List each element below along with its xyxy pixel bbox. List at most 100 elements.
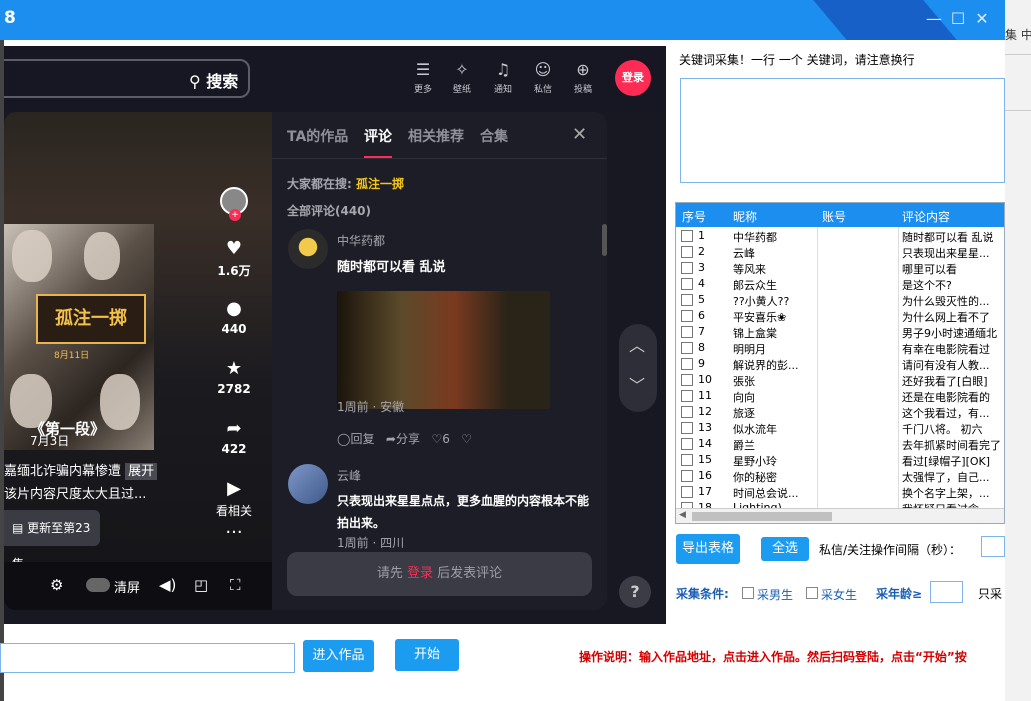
scrollbar-thumb[interactable]	[692, 512, 832, 521]
comment-like-button[interactable]: ♡6	[431, 432, 449, 446]
row-checkbox[interactable]	[681, 454, 693, 466]
table-row[interactable]: 14 爵兰 去年抓紧时间看完了	[676, 436, 1004, 452]
table-row[interactable]: 16 你的秘密 太强悍了，自己...	[676, 468, 1004, 484]
keyword-textarea[interactable]	[680, 78, 1005, 183]
messages-button[interactable]: ☺ 私信	[528, 60, 558, 95]
table-row[interactable]: 11 向向 还是在电影院看的	[676, 388, 1004, 404]
row-checkbox[interactable]	[681, 294, 693, 306]
row-checkbox[interactable]	[681, 406, 693, 418]
table-row[interactable]: 15 星野小玲 看过[绿帽子][OK]	[676, 452, 1004, 468]
like-button[interactable]: ♥ 1.6万	[214, 238, 254, 279]
video-url-input[interactable]	[0, 643, 295, 673]
male-checkbox[interactable]	[742, 587, 754, 599]
column-header-comment[interactable]: 评论内容	[902, 208, 950, 225]
expand-button[interactable]: 展开	[125, 463, 158, 480]
chevron-down-icon[interactable]: ﹀	[629, 372, 645, 396]
favorite-button[interactable]: ★ 2782	[214, 358, 254, 396]
table-row[interactable]: 5 ??小黄人?? 为什么毁灭性的...	[676, 292, 1004, 308]
commenter-avatar[interactable]	[288, 464, 328, 504]
input-login-link[interactable]: 登录	[407, 566, 433, 581]
reply-button[interactable]: ◯回复	[337, 432, 374, 446]
row-checkbox[interactable]	[681, 486, 693, 498]
table-row[interactable]: 17 时间总会说... 换个名字上架，...	[676, 484, 1004, 500]
row-checkbox[interactable]	[681, 438, 693, 450]
horizontal-scrollbar[interactable]: ◀	[676, 508, 1004, 523]
interval-input[interactable]	[981, 536, 1005, 557]
commenter-name[interactable]: 中华药都	[337, 232, 385, 249]
scroll-left-icon[interactable]: ◀	[679, 510, 686, 520]
table-row[interactable]: 8 明明月 有幸在电影院看过	[676, 340, 1004, 356]
table-row[interactable]: 7 锦上盒棠 男子9小时速通缅北	[676, 324, 1004, 340]
table-row[interactable]: 6 平安喜乐❀ 为什么网上看不了	[676, 308, 1004, 324]
upload-button[interactable]: ⊕ 投稿	[568, 60, 598, 95]
comment-input[interactable]: 请先 登录 后发表评论	[287, 552, 592, 596]
row-checkbox[interactable]	[681, 358, 693, 370]
comment-image[interactable]	[337, 291, 550, 409]
more-options-button[interactable]: ···	[214, 522, 254, 546]
share-button[interactable]: ➦ 422	[214, 418, 254, 456]
pip-icon[interactable]: ◰	[194, 576, 208, 594]
follow-plus-icon[interactable]: +	[229, 209, 241, 221]
table-row[interactable]: 12 旅逐 这个我看过，有...	[676, 404, 1004, 420]
maximize-button[interactable]: ☐	[948, 9, 968, 28]
tab-comments[interactable]: 评论	[364, 126, 392, 146]
table-row[interactable]: 1 中华药都 随时都可以看 乱说	[676, 228, 1004, 244]
row-checkbox[interactable]	[681, 230, 693, 242]
row-checkbox[interactable]	[681, 262, 693, 274]
table-row[interactable]: 13 似水流年 千门八将。 初六	[676, 420, 1004, 436]
column-header-account[interactable]: 账号	[822, 208, 846, 225]
comment-share-button[interactable]: ➦分享	[386, 432, 420, 446]
tab-collection[interactable]: 合集	[480, 126, 508, 146]
close-button[interactable]: ✕	[972, 9, 992, 28]
login-button[interactable]: 登录	[615, 60, 651, 96]
start-button[interactable]: 开始	[395, 639, 459, 671]
table-row[interactable]: 2 云峰 只表现出来星星...	[676, 244, 1004, 260]
row-checkbox[interactable]	[681, 246, 693, 258]
table-row[interactable]: 9 解说界的彭... 请问有没有人教...	[676, 356, 1004, 372]
row-comment: 还是在电影院看的	[902, 391, 990, 404]
fullscreen-icon[interactable]: ⛶	[230, 576, 241, 594]
minimize-button[interactable]: —	[924, 9, 944, 28]
comment-button[interactable]: ● 440	[214, 298, 254, 336]
video-frame[interactable]: 孤注一掷 8月11日 7月3日 《第一段》 嘉缅北诈骗内幕惨遭 展开 该片内容尺…	[4, 112, 272, 610]
comment-scrollbar[interactable]	[602, 224, 607, 256]
table-row[interactable]: 3 等风来 哪里可以看	[676, 260, 1004, 276]
tab-author-works[interactable]: TA的作品	[287, 126, 348, 146]
row-checkbox[interactable]	[681, 390, 693, 402]
column-header-index[interactable]: 序号	[682, 208, 706, 225]
row-checkbox[interactable]	[681, 342, 693, 354]
table-row[interactable]: 10 張张 还好我看了[白眼]	[676, 372, 1004, 388]
select-all-button[interactable]: 全选	[761, 537, 809, 561]
close-icon[interactable]: ✕	[572, 124, 587, 145]
commenter-name[interactable]: 云峰	[337, 467, 361, 484]
row-checkbox[interactable]	[681, 422, 693, 434]
export-table-button[interactable]: 导出表格	[676, 534, 740, 564]
column-header-nickname[interactable]: 昵称	[733, 208, 757, 225]
row-checkbox[interactable]	[681, 278, 693, 290]
settings-icon[interactable]: ⚙	[50, 576, 63, 594]
female-checkbox[interactable]	[806, 587, 818, 599]
more-button[interactable]: ☰ 更多	[408, 60, 438, 95]
search-button[interactable]: ⚲ 搜索	[189, 68, 238, 92]
chevron-up-icon[interactable]: ︿	[629, 332, 645, 356]
related-button[interactable]: ▶ 看相关	[214, 478, 254, 519]
author-avatar[interactable]: +	[220, 187, 248, 221]
notifications-button[interactable]: ♫ 通知	[488, 60, 518, 95]
clear-screen-toggle[interactable]	[86, 578, 110, 592]
tab-related[interactable]: 相关推荐	[408, 126, 464, 146]
help-icon[interactable]: ?	[619, 576, 651, 608]
row-checkbox[interactable]	[681, 310, 693, 322]
hot-search-term[interactable]: 孤注一掷	[356, 177, 404, 191]
episode-update-pill[interactable]: ▤ 更新至第23集	[4, 510, 100, 571]
row-checkbox[interactable]	[681, 374, 693, 386]
age-input[interactable]	[930, 581, 963, 603]
row-checkbox[interactable]	[681, 470, 693, 482]
share-icon: ➦	[385, 432, 396, 446]
table-row[interactable]: 4 郞云众生 是这个不?	[676, 276, 1004, 292]
enter-video-button[interactable]: 进入作品	[303, 640, 374, 672]
volume-icon[interactable]: ◀)	[159, 576, 176, 594]
row-checkbox[interactable]	[681, 326, 693, 338]
dislike-icon[interactable]: ♡	[461, 432, 472, 446]
commenter-avatar[interactable]	[288, 229, 328, 269]
wallpaper-button[interactable]: ✧ 壁纸	[447, 60, 477, 95]
